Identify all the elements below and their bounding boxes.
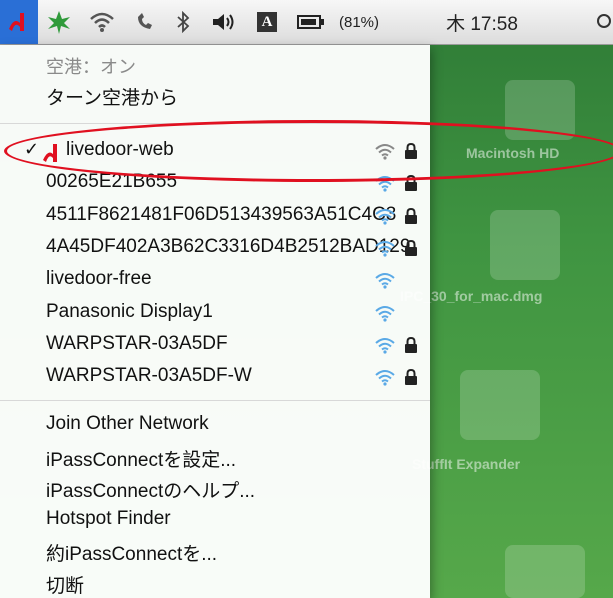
wifi-icon[interactable]	[84, 0, 120, 44]
menu-action-item[interactable]: 切断	[46, 571, 84, 598]
network-item[interactable]: 4511F8621481F06D513439563A51C4C3	[0, 202, 430, 232]
menu-action-item[interactable]: Join Other Network	[46, 413, 209, 435]
network-status-icons	[374, 271, 418, 294]
network-name: Panasonic Display1	[46, 300, 213, 322]
lock-icon	[404, 207, 418, 229]
input-badge: A	[257, 12, 277, 32]
network-status-icons	[374, 207, 418, 230]
turn-airport-off[interactable]: ターン空港から	[46, 83, 178, 110]
separator	[0, 400, 430, 401]
wifi-signal-icon	[374, 336, 396, 359]
bluetooth-icon[interactable]	[168, 0, 198, 44]
stuffit-icon[interactable]	[460, 370, 540, 440]
network-status-icons	[374, 368, 418, 391]
clock[interactable]: 木 17:58	[396, 0, 568, 44]
spotlight-icon[interactable]	[590, 0, 613, 44]
wifi-signal-icon	[374, 368, 396, 391]
airport-status: 空港：オン	[46, 57, 136, 77]
network-item[interactable]: WARPSTAR-03A5DF-W	[0, 363, 430, 393]
menubar: A (81%) 木 17:58	[0, 0, 613, 45]
menu-action-item[interactable]: iPassConnectのヘルプ...	[46, 476, 255, 503]
wifi-signal-icon	[374, 271, 396, 294]
lock-icon	[404, 239, 418, 261]
network-name: 4511F8621481F06D513439563A51C4C3	[46, 203, 397, 225]
network-item[interactable]: Panasonic Display1	[0, 299, 430, 329]
network-item[interactable]: livedoor-free	[0, 266, 430, 296]
menu-action-item[interactable]: iPassConnectを設定...	[46, 445, 236, 472]
network-name: WARPSTAR-03A5DF-W	[46, 365, 252, 387]
wifi-signal-icon	[374, 239, 396, 262]
phone-icon[interactable]	[128, 0, 162, 44]
dmg-file-icon[interactable]	[490, 210, 560, 280]
menu-action-item[interactable]: 約iPassConnectを...	[46, 539, 217, 566]
network-item[interactable]: 4A45DF402A3B62C3316D4B2512BAD129	[0, 234, 430, 264]
network-status-icons	[374, 336, 418, 359]
ipass-menu-icon[interactable]	[0, 0, 38, 44]
wifi-signal-icon	[374, 207, 396, 230]
input-method-icon[interactable]: A	[252, 0, 282, 44]
network-status-icons	[374, 239, 418, 262]
folder-icon[interactable]	[505, 545, 585, 598]
lock-icon	[404, 369, 418, 390]
leaf-app-icon[interactable]	[42, 0, 76, 44]
network-status-icons	[374, 304, 418, 327]
network-name: livedoor-free	[46, 268, 152, 290]
battery-icon[interactable]	[292, 0, 330, 44]
network-item[interactable]: WARPSTAR-03A5DF	[0, 331, 430, 361]
lock-icon	[404, 336, 418, 358]
network-name: 4A45DF402A3B62C3316D4B2512BAD129	[46, 235, 411, 257]
wifi-signal-icon	[374, 304, 396, 327]
network-name: WARPSTAR-03A5DF	[46, 332, 228, 354]
volume-icon[interactable]	[206, 0, 242, 44]
battery-percent[interactable]: (81%)	[328, 0, 390, 44]
menu-action-item[interactable]: Hotspot Finder	[46, 508, 171, 530]
highlight-ellipse	[4, 120, 613, 182]
